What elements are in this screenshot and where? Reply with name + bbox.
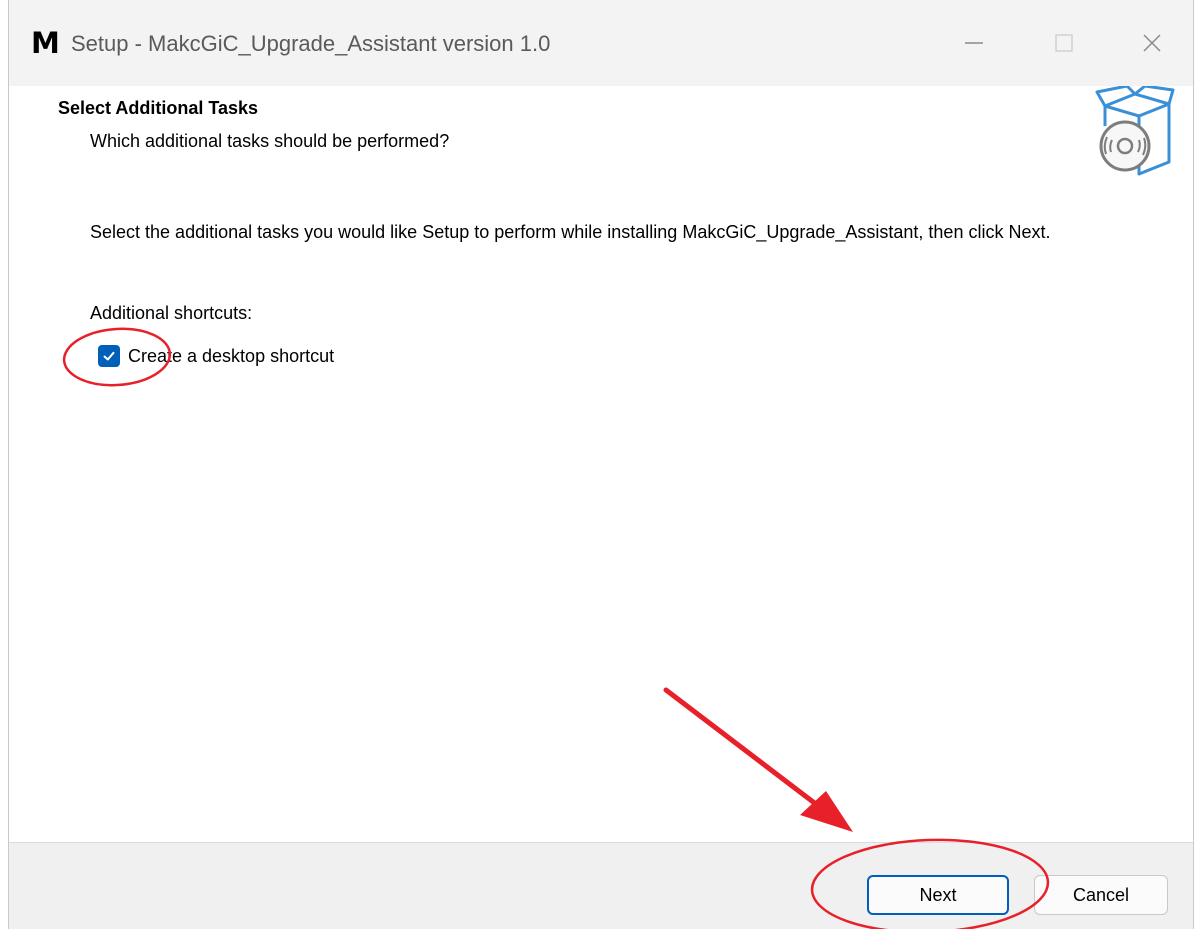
task-desktop-shortcut[interactable]: Create a desktop shortcut bbox=[98, 341, 334, 371]
next-button[interactable]: Next bbox=[867, 875, 1009, 915]
setup-window: M Setup - MakcGiC_Upgrade_Assistant vers… bbox=[8, 0, 1194, 929]
page-subtitle: Which additional tasks should be perform… bbox=[90, 131, 450, 151]
wizard-header: Select Additional Tasks Which additional… bbox=[9, 86, 1193, 186]
wizard-footer: Next Cancel bbox=[9, 842, 1193, 929]
additional-shortcuts-label: Additional shortcuts: bbox=[90, 303, 253, 323]
window-title: Setup - MakcGiC_Upgrade_Assistant versio… bbox=[71, 31, 551, 56]
setup-box-disc-icon bbox=[1095, 86, 1175, 176]
cancel-button[interactable]: Cancel bbox=[1034, 875, 1168, 915]
instructions-text: Select the additional tasks you would li… bbox=[90, 222, 1051, 242]
page-title: Select Additional Tasks bbox=[58, 98, 259, 118]
desktop-shortcut-label[interactable]: Create a desktop shortcut bbox=[128, 343, 334, 369]
minimize-button[interactable] bbox=[929, 0, 1019, 86]
minimize-icon bbox=[965, 42, 983, 44]
maximize-icon bbox=[1055, 34, 1073, 52]
close-button[interactable] bbox=[1107, 0, 1197, 86]
title-bar[interactable]: M Setup - MakcGiC_Upgrade_Assistant vers… bbox=[9, 0, 1193, 86]
maximize-button[interactable] bbox=[1019, 0, 1109, 86]
checkmark-icon bbox=[103, 351, 115, 361]
close-icon bbox=[1143, 34, 1161, 52]
desktop-shortcut-checkbox[interactable] bbox=[98, 345, 120, 367]
app-logo-icon: M bbox=[31, 26, 60, 60]
